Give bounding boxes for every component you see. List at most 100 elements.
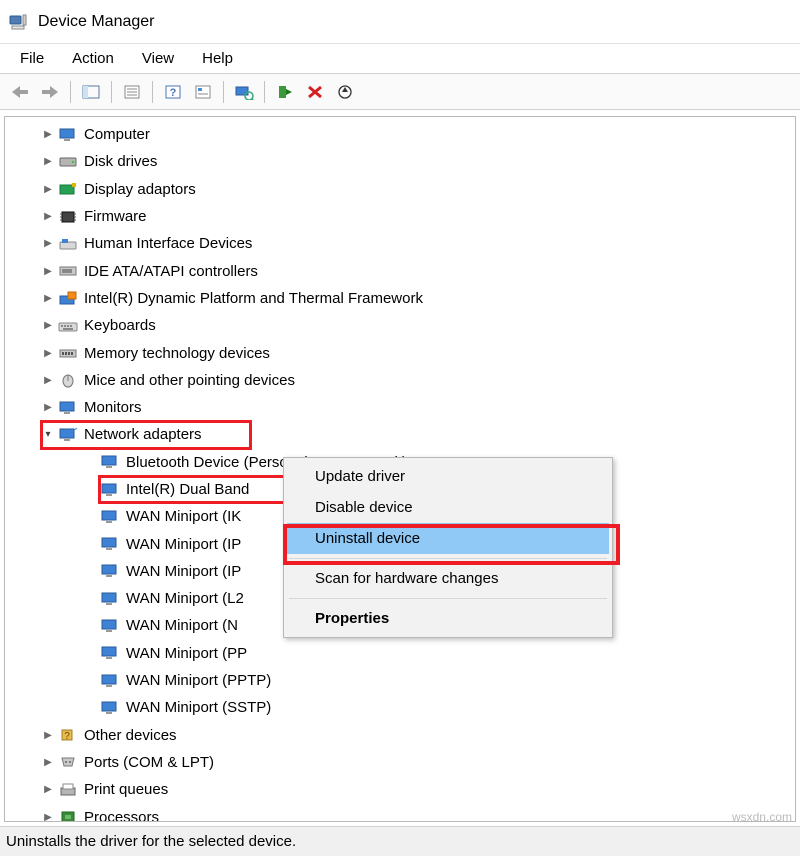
menu-view[interactable]: View	[128, 47, 188, 70]
tree-item-ide[interactable]: ▶ IDE ATA/ATAPI controllers	[5, 257, 795, 284]
network-icon	[99, 452, 121, 472]
app-icon	[8, 12, 28, 32]
show-hide-button[interactable]	[77, 78, 105, 106]
tree-label: Monitors	[84, 399, 142, 416]
expander-icon[interactable]: ▶	[41, 373, 55, 387]
tree-label: Mice and other pointing devices	[84, 372, 295, 389]
device-tree: ▶ Computer ▶ Disk drives ▶ Display adapt…	[4, 116, 796, 822]
window-title: Device Manager	[38, 13, 155, 31]
menu-help[interactable]: Help	[188, 47, 247, 70]
platform-icon	[57, 288, 79, 308]
scan-hardware-button[interactable]	[230, 78, 258, 106]
tree-item-print-queues[interactable]: ▶ Print queues	[5, 776, 795, 803]
tree-item-intel-platform[interactable]: ▶ Intel(R) Dynamic Platform and Thermal …	[5, 285, 795, 312]
drive-icon	[57, 152, 79, 172]
ctx-uninstall-device[interactable]: Uninstall device	[287, 523, 609, 554]
network-icon	[99, 507, 121, 527]
tree-item-wan-miniport[interactable]: WAN Miniport (SSTP)	[5, 694, 795, 721]
ctx-update-driver[interactable]: Update driver	[287, 461, 609, 492]
tree-label: Processors	[84, 809, 159, 822]
port-icon	[57, 752, 79, 772]
hid-icon	[57, 234, 79, 254]
tree-label: WAN Miniport (SSTP)	[126, 699, 271, 716]
display-icon	[57, 179, 79, 199]
tree-item-hid[interactable]: ▶ Human Interface Devices	[5, 230, 795, 257]
tree-item-ports[interactable]: ▶ Ports (COM & LPT)	[5, 749, 795, 776]
ctx-separator	[289, 598, 607, 599]
tree-label: WAN Miniport (IK	[126, 508, 241, 525]
ctx-properties[interactable]: Properties	[287, 603, 609, 634]
tree-item-memory-tech[interactable]: ▶ Memory technology devices	[5, 339, 795, 366]
tree-item-display-adaptors[interactable]: ▶ Display adaptors	[5, 176, 795, 203]
tree-item-other-devices[interactable]: ▶ ? Other devices	[5, 722, 795, 749]
expander-icon[interactable]: ▶	[41, 783, 55, 797]
network-icon	[99, 616, 121, 636]
menu-file[interactable]: File	[6, 47, 58, 70]
forward-button[interactable]	[36, 78, 64, 106]
tree-label: Intel(R) Dynamic Platform and Thermal Fr…	[84, 290, 423, 307]
enable-device-button[interactable]	[271, 78, 299, 106]
tree-label: WAN Miniport (IP	[126, 563, 241, 580]
action-button[interactable]	[189, 78, 217, 106]
tree-label: Other devices	[84, 727, 177, 744]
statusbar: Uninstalls the driver for the selected d…	[0, 826, 800, 856]
printer-icon	[57, 780, 79, 800]
svg-text:?: ?	[170, 87, 177, 99]
tree-item-mice[interactable]: ▶ Mice and other pointing devices	[5, 367, 795, 394]
toolbar-separator	[70, 81, 71, 103]
tree-item-wan-miniport[interactable]: WAN Miniport (PP	[5, 640, 795, 667]
expander-icon[interactable]: ▶	[41, 210, 55, 224]
expander-icon[interactable]: ▶	[41, 728, 55, 742]
menu-action[interactable]: Action	[58, 47, 128, 70]
ctx-scan-hardware[interactable]: Scan for hardware changes	[287, 563, 609, 594]
tree-item-network-adapters[interactable]: ▾ Network adapters	[41, 421, 251, 448]
expander-icon[interactable]: ▶	[41, 319, 55, 333]
ctx-disable-device[interactable]: Disable device	[287, 492, 609, 523]
tree-item-disk-drives[interactable]: ▶ Disk drives	[5, 148, 795, 175]
expander-icon[interactable]: ▶	[41, 182, 55, 196]
back-button[interactable]	[6, 78, 34, 106]
uninstall-button[interactable]	[301, 78, 329, 106]
tree-label: Computer	[84, 126, 150, 143]
expander-icon[interactable]: ▶	[41, 155, 55, 169]
network-icon	[99, 480, 121, 500]
tree-label: Display adaptors	[84, 181, 196, 198]
tree-item-keyboards[interactable]: ▶ Keyboards	[5, 312, 795, 339]
keyboard-icon	[57, 316, 79, 336]
status-text: Uninstalls the driver for the selected d…	[6, 833, 296, 850]
expander-icon[interactable]: ▶	[41, 264, 55, 278]
expander-icon[interactable]: ▶	[41, 346, 55, 360]
properties-button[interactable]	[118, 78, 146, 106]
toolbar-separator	[111, 81, 112, 103]
computer-icon	[57, 125, 79, 145]
network-icon	[99, 643, 121, 663]
tree-label: IDE ATA/ATAPI controllers	[84, 263, 258, 280]
toolbar-separator	[152, 81, 153, 103]
monitor-icon	[57, 398, 79, 418]
tree-label: Ports (COM & LPT)	[84, 754, 214, 771]
update-driver-button[interactable]	[331, 78, 359, 106]
tree-label: WAN Miniport (PP	[126, 645, 247, 662]
expander-icon[interactable]: ▶	[41, 128, 55, 142]
expander-icon[interactable]: ▾	[41, 428, 55, 442]
expander-icon[interactable]: ▶	[41, 401, 55, 415]
tree-label: WAN Miniport (N	[126, 617, 238, 634]
tree-item-firmware[interactable]: ▶ Firmware	[5, 203, 795, 230]
memory-icon	[57, 343, 79, 363]
tree-item-processors[interactable]: ▶ Processors	[5, 803, 795, 822]
expander-icon[interactable]: ▶	[41, 810, 55, 822]
help-button[interactable]: ?	[159, 78, 187, 106]
svg-text:?: ?	[64, 731, 70, 742]
menubar: File Action View Help	[0, 44, 800, 74]
ide-icon	[57, 261, 79, 281]
chip-icon	[57, 207, 79, 227]
expander-icon[interactable]: ▶	[41, 291, 55, 305]
tree-item-monitors[interactable]: ▶ Monitors	[5, 394, 795, 421]
tree-label: Disk drives	[84, 153, 157, 170]
network-icon	[99, 698, 121, 718]
tree-item-wan-miniport[interactable]: WAN Miniport (PPTP)	[5, 667, 795, 694]
other-devices-icon: ?	[57, 725, 79, 745]
tree-item-computer[interactable]: ▶ Computer	[5, 121, 795, 148]
expander-icon[interactable]: ▶	[41, 237, 55, 251]
expander-icon[interactable]: ▶	[41, 755, 55, 769]
